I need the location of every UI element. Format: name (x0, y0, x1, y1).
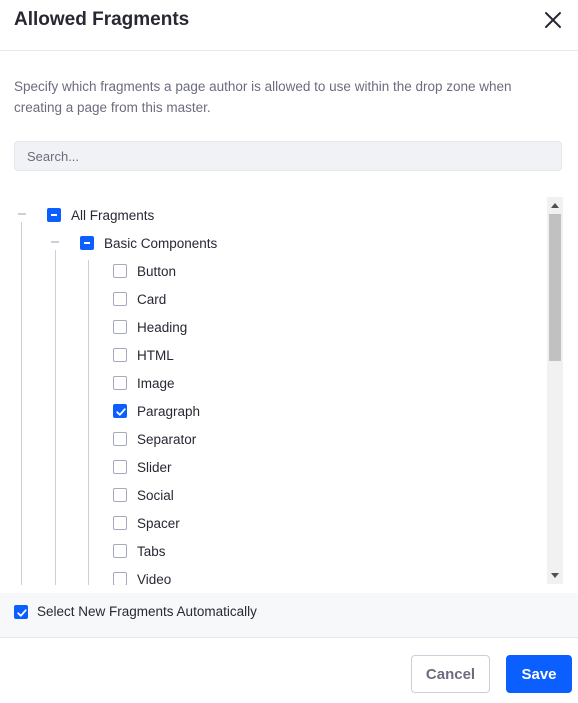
tree-item-button[interactable]: Button (113, 260, 176, 282)
auto-select-option[interactable]: Select New Fragments Automatically (14, 604, 257, 619)
check-icon (17, 608, 27, 617)
tree-item-heading[interactable]: Heading (113, 316, 187, 338)
fragment-checkbox[interactable] (113, 516, 127, 530)
tree-item-slider[interactable]: Slider (113, 456, 172, 478)
auto-select-bar: Select New Fragments Automatically (0, 593, 578, 638)
fragment-checkbox[interactable] (113, 376, 127, 390)
close-icon[interactable] (541, 8, 565, 32)
fragment-label: Heading (137, 319, 188, 335)
cancel-button[interactable]: Cancel (411, 655, 490, 693)
scrollbar-thumb[interactable] (549, 214, 561, 361)
fragment-checkbox[interactable] (113, 292, 127, 306)
tree-node-basic-components[interactable]: Basic Components (80, 232, 217, 254)
fragment-label: Paragraph (137, 403, 201, 419)
fragment-checkbox[interactable] (113, 572, 127, 585)
fragment-checkbox[interactable] (113, 432, 127, 446)
tree-node-label: All Fragments (71, 207, 155, 223)
fragment-label: Slider (137, 459, 172, 475)
tree-item-card[interactable]: Card (113, 288, 166, 310)
tree-item-tabs[interactable]: Tabs (113, 540, 166, 562)
fragment-checkbox[interactable] (113, 320, 127, 334)
search-input[interactable] (14, 141, 562, 171)
fragment-label: Card (137, 291, 167, 307)
checkbox-indeterminate[interactable] (80, 236, 94, 250)
collapse-root-icon[interactable] (17, 209, 27, 219)
tree-node-label: Basic Components (104, 235, 218, 251)
modal-header: Allowed Fragments (0, 0, 578, 51)
tree-item-html[interactable]: HTML (113, 344, 174, 366)
scroll-down-icon[interactable] (551, 573, 559, 578)
tree-item-video[interactable]: Video (113, 568, 171, 585)
tree-scrollbar[interactable] (547, 197, 563, 584)
auto-select-checkbox[interactable] (14, 604, 28, 619)
fragment-label: Social (137, 487, 174, 503)
fragment-label: HTML (137, 347, 174, 363)
tree-node-all-fragments[interactable]: All Fragments (47, 204, 154, 226)
tree-guide-line-root (21, 222, 22, 585)
fragment-label: Tabs (137, 543, 166, 559)
tree-item-spacer[interactable]: Spacer (113, 512, 180, 534)
tree-item-social[interactable]: Social (113, 484, 174, 506)
tree-guide-line-group (55, 250, 56, 585)
fragment-checkbox[interactable] (113, 348, 127, 362)
fragment-checkbox[interactable] (113, 488, 127, 502)
save-button[interactable]: Save (506, 655, 572, 693)
fragment-label: Video (137, 571, 172, 586)
tree-item-image[interactable]: Image (113, 372, 175, 394)
tree-item-separator[interactable]: Separator (113, 428, 196, 450)
fragment-label: Button (137, 263, 177, 279)
auto-select-label: Select New Fragments Automatically (37, 604, 257, 619)
fragment-checkbox[interactable] (113, 264, 127, 278)
tree-item-paragraph[interactable]: Paragraph (113, 400, 200, 422)
tree-guide-line-items (88, 260, 89, 585)
check-icon (116, 408, 126, 416)
fragment-checkbox[interactable] (113, 544, 127, 558)
fragment-checkbox[interactable] (113, 460, 127, 474)
fragment-label: Separator (137, 431, 197, 447)
checkbox-indeterminate[interactable] (47, 208, 61, 222)
fragment-tree: All Fragments Basic Components Button Car… (0, 196, 578, 585)
fragment-label: Image (137, 375, 175, 391)
fragment-checkbox[interactable] (113, 404, 127, 418)
fragment-label: Spacer (137, 515, 180, 531)
scroll-up-icon[interactable] (551, 203, 559, 208)
modal-description: Specify which fragments a page author is… (14, 79, 512, 115)
collapse-group-icon[interactable] (50, 237, 60, 247)
modal-title: Allowed Fragments (14, 9, 190, 30)
